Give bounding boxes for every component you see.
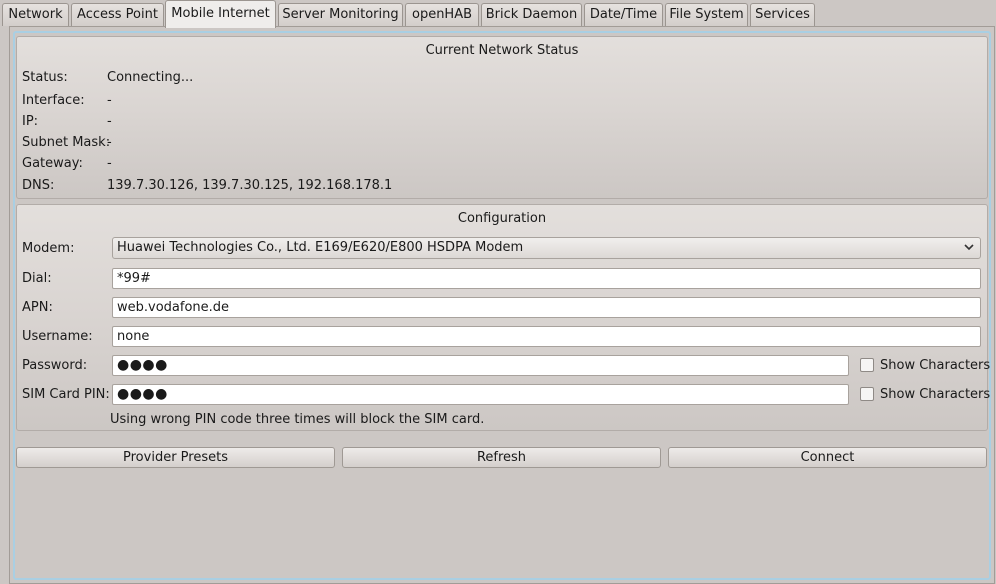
provider-presets-button[interactable]: Provider Presets: [16, 447, 335, 468]
dial-label: Dial:: [22, 271, 52, 286]
subnet-mask-label: Subnet Mask:: [22, 135, 111, 150]
password-show-checkbox[interactable]: [860, 358, 874, 372]
dns-value: 139.7.30.126, 139.7.30.125, 192.168.178.…: [107, 178, 393, 193]
modem-label: Modem:: [22, 241, 75, 256]
sim-pin-label: SIM Card PIN:: [22, 387, 110, 402]
network-status-title: Current Network Status: [425, 43, 579, 58]
status-label: Status:: [22, 70, 68, 85]
subnet-mask-value: -: [107, 135, 112, 150]
interface-value: -: [107, 93, 112, 108]
password-input[interactable]: ●●●●: [112, 355, 849, 376]
connect-button[interactable]: Connect: [668, 447, 987, 468]
dns-label: DNS:: [22, 178, 55, 193]
gateway-value: -: [107, 156, 112, 171]
pin-show-checkbox[interactable]: [860, 387, 874, 401]
pin-show-label[interactable]: Show Characters: [880, 387, 990, 402]
modem-select[interactable]: Huawei Technologies Co., Ltd. E169/E620/…: [112, 237, 981, 259]
chevron-down-icon: [964, 238, 974, 258]
interface-label: Interface:: [22, 93, 85, 108]
tab-openhab[interactable]: openHAB: [405, 3, 479, 26]
password-label: Password:: [22, 358, 88, 373]
username-label: Username:: [22, 329, 93, 344]
network-status-group: Current Network Status Status: Connectin…: [16, 36, 988, 199]
tab-services[interactable]: Services: [750, 3, 815, 26]
tab-bar: Network Access Point Mobile Internet Ser…: [0, 0, 996, 28]
refresh-button[interactable]: Refresh: [342, 447, 661, 468]
pin-warning-text: Using wrong PIN code three times will bl…: [110, 412, 485, 427]
tab-date-time[interactable]: Date/Time: [584, 3, 663, 26]
username-input[interactable]: none: [112, 326, 981, 347]
configuration-group: Configuration Modem: Huawei Technologies…: [16, 204, 990, 431]
tab-server-monitoring[interactable]: Server Monitoring: [278, 3, 403, 26]
password-show-label[interactable]: Show Characters: [880, 358, 990, 373]
gateway-label: Gateway:: [22, 156, 83, 171]
tab-brick-daemon[interactable]: Brick Daemon: [481, 3, 582, 26]
configuration-title: Configuration: [457, 211, 547, 226]
apn-label: APN:: [22, 300, 53, 315]
sim-pin-input[interactable]: ●●●●: [112, 384, 849, 405]
status-value: Connecting...: [107, 70, 194, 85]
ip-value: -: [107, 114, 112, 129]
ip-label: IP:: [22, 114, 39, 129]
dial-input[interactable]: *99#: [112, 268, 981, 289]
tab-file-system[interactable]: File System: [665, 3, 748, 26]
apn-input[interactable]: web.vodafone.de: [112, 297, 981, 318]
modem-select-value: Huawei Technologies Co., Ltd. E169/E620/…: [117, 240, 524, 255]
tab-network[interactable]: Network: [2, 3, 69, 26]
tab-mobile-internet[interactable]: Mobile Internet: [165, 0, 276, 28]
tab-access-point[interactable]: Access Point: [71, 3, 164, 26]
